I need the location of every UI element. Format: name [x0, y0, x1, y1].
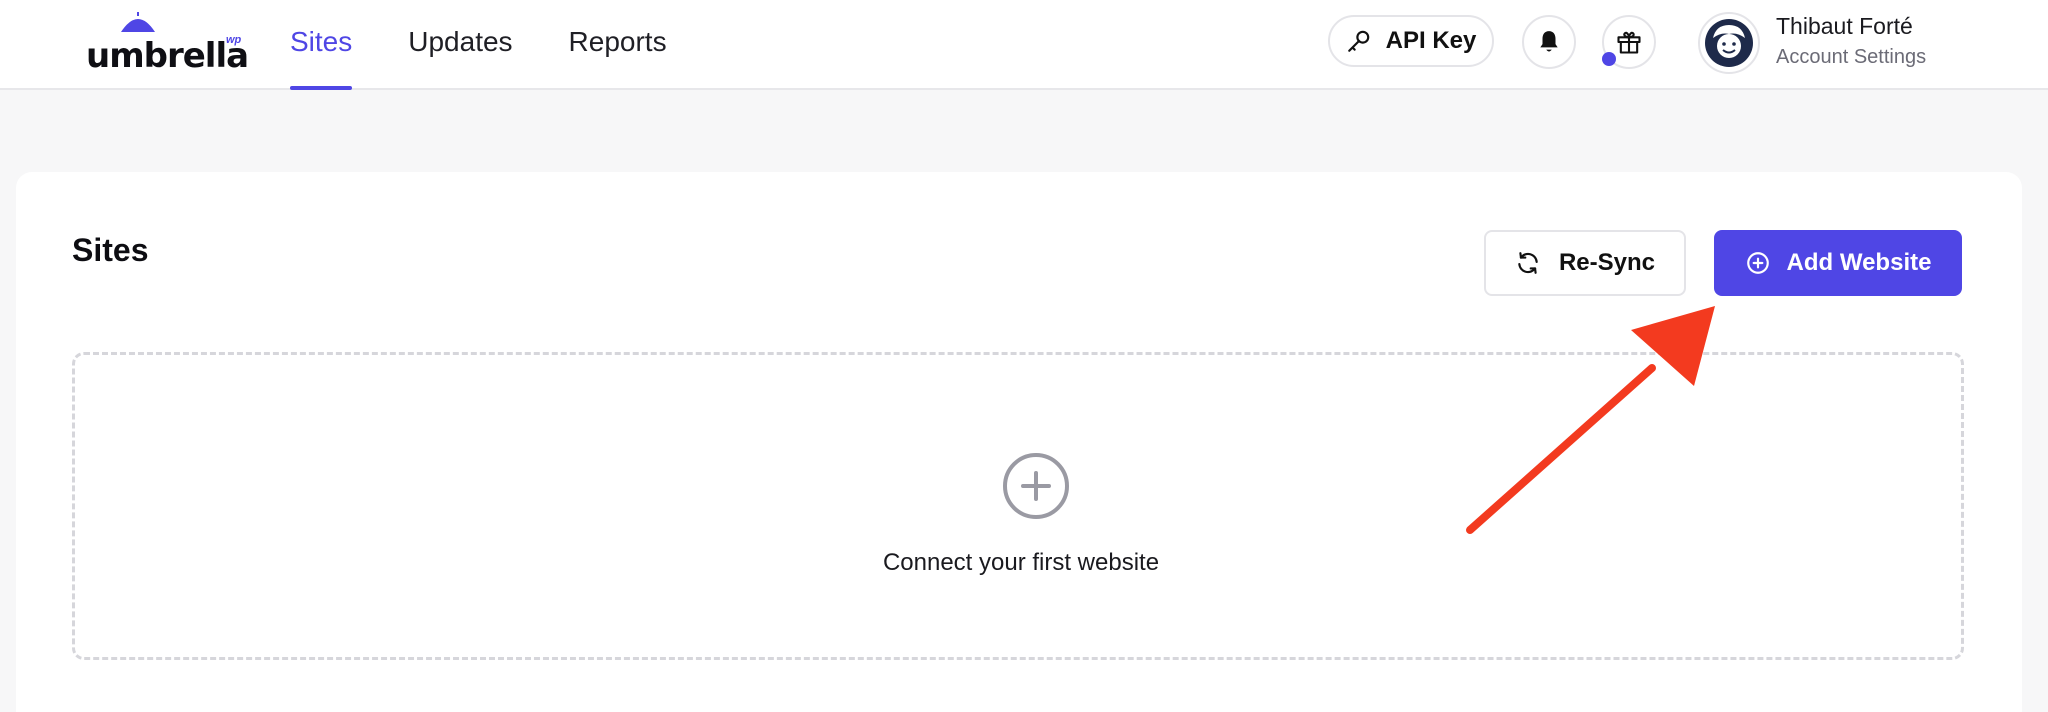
api-key-button[interactable]: API Key [1328, 15, 1494, 67]
empty-state-text: Connect your first website [882, 549, 1160, 576]
page-title: Sites [72, 232, 149, 268]
nav-item-sites[interactable]: Sites [290, 0, 353, 90]
nav-item-updates[interactable]: Updates [408, 0, 512, 90]
nav-item-reports[interactable]: Reports [569, 0, 667, 90]
avatar[interactable] [1698, 12, 1760, 74]
main-nav: Sites Updates Reports [290, 0, 723, 90]
sites-card: Sites Re-Sync Add Website Connect your f… [16, 172, 2022, 712]
connect-website-dropzone[interactable]: Connect your first website [72, 352, 1964, 660]
top-navigation-bar: umbrella wp Sites Updates Reports API Ke… [0, 0, 2048, 90]
add-website-button[interactable]: Add Website [1714, 230, 1962, 296]
umbrella-logo[interactable]: umbrella wp [86, 12, 249, 76]
plus-circle-icon [1003, 453, 1069, 519]
resync-button[interactable]: Re-Sync [1484, 230, 1686, 296]
add-website-label: Add Website [1786, 249, 1932, 276]
user-name: Thibaut Forté [1776, 13, 1913, 39]
account-settings-link[interactable]: Account Settings [1776, 46, 1926, 69]
gift-icon [1617, 31, 1641, 54]
refresh-icon [1518, 252, 1538, 274]
notifications-button[interactable] [1522, 15, 1576, 69]
bell-icon [1540, 31, 1558, 52]
key-icon [1347, 30, 1369, 52]
umbrella-logo-icon [121, 12, 155, 32]
plus-circle-icon [1746, 252, 1769, 274]
brand-suffix: wp [226, 34, 242, 46]
user-avatar-icon [1705, 19, 1753, 67]
brand-wordmark: umbrella [86, 36, 249, 76]
resync-label: Re-Sync [1558, 249, 1656, 276]
api-key-label: API Key [1385, 27, 1477, 54]
notification-dot [1602, 52, 1616, 66]
